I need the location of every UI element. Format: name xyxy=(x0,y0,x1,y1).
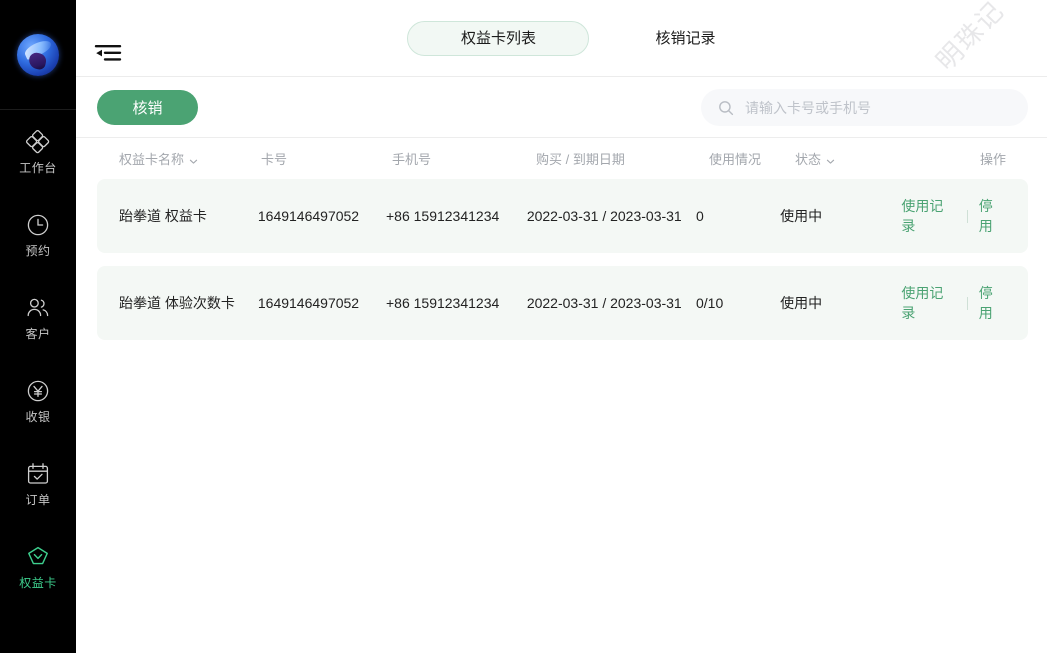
cell-status: 使用中 xyxy=(780,208,823,224)
users-icon xyxy=(25,295,51,321)
cell-operations: 使用记录 停用 xyxy=(901,283,1028,323)
search-icon xyxy=(718,100,734,116)
sidebar-item-label: 收银 xyxy=(25,410,51,424)
column-header-phone: 手机号 xyxy=(392,149,536,168)
sidebar-item-customers[interactable]: 客户 xyxy=(0,276,76,359)
redeem-button[interactable]: 核销 xyxy=(97,89,198,125)
cell-card-no: 1649146497052 xyxy=(257,295,360,311)
column-header-label: 卡号 xyxy=(261,152,288,167)
usage-record-link[interactable]: 使用记录 xyxy=(901,196,955,236)
clock-icon xyxy=(25,212,51,238)
column-header-label: 购买 / 到期日期 xyxy=(536,152,625,167)
sidebar-item-label: 订单 xyxy=(25,493,51,507)
disable-link[interactable]: 停用 xyxy=(979,283,1006,323)
tab-bar: 权益卡列表 核销记录 xyxy=(76,0,1047,77)
workbench-icon xyxy=(25,129,51,155)
sidebar-item-workbench[interactable]: 工作台 xyxy=(0,110,76,193)
logo-container xyxy=(0,0,76,110)
cell-usage: 0 xyxy=(696,208,704,224)
cell-usage: 0/10 xyxy=(696,295,724,311)
column-header-usage: 使用情况 xyxy=(709,149,795,168)
sidebar-item-membership-card[interactable]: 权益卡 xyxy=(0,525,76,608)
column-header-label: 状态 xyxy=(795,152,822,167)
disable-link[interactable]: 停用 xyxy=(979,196,1006,236)
cell-card-name: 跆拳道 体验次数卡 xyxy=(119,295,235,311)
search-input[interactable] xyxy=(745,89,1011,126)
sidebar-item-label: 客户 xyxy=(25,327,51,341)
table-row[interactable]: 跆拳道 权益卡 1649146497052 +86 15912341234 20… xyxy=(97,179,1028,253)
column-header-card-no: 卡号 xyxy=(261,149,392,168)
sidebar-item-label: 预约 xyxy=(25,244,51,258)
app-logo xyxy=(17,33,59,76)
usage-record-link[interactable]: 使用记录 xyxy=(901,283,955,323)
chevron-down-icon xyxy=(189,154,198,164)
operation-divider xyxy=(966,296,968,310)
sidebar-item-appointment[interactable]: 预约 xyxy=(0,193,76,276)
column-header-card-name[interactable]: 权益卡名称 xyxy=(97,149,261,168)
cell-card-name: 跆拳道 权益卡 xyxy=(119,208,207,224)
cell-dates: 2022-03-31 / 2023-03-31 xyxy=(526,295,682,311)
column-header-label: 操作 xyxy=(979,152,1006,167)
membership-card-icon xyxy=(25,544,51,570)
cell-phone: +86 15912341234 xyxy=(385,208,500,224)
column-header-dates: 购买 / 到期日期 xyxy=(536,149,709,168)
sidebar-item-cashier[interactable]: 收银 xyxy=(0,359,76,442)
sidebar: 工作台 预约 客户 收银 订单 权益卡 xyxy=(0,0,76,653)
main-content: 明珠记 权益卡列表 核销记录 核销 请输入卡号或手机号 权益卡名称 卡号 手机号… xyxy=(76,0,1047,653)
top-bar: 权益卡列表 核销记录 xyxy=(76,0,1047,77)
cashier-icon xyxy=(25,378,51,404)
sidebar-item-label: 权益卡 xyxy=(19,576,57,590)
sidebar-item-label: 工作台 xyxy=(19,161,57,175)
app-root: 工作台 预约 客户 收银 订单 权益卡 明珠记 权益卡列表 核销记录 核销 请输… xyxy=(0,0,1047,653)
tab-redeem-records[interactable]: 核销记录 xyxy=(655,22,715,55)
table-row[interactable]: 跆拳道 体验次数卡 1649146497052 +86 15912341234 … xyxy=(97,266,1028,340)
card-table: 权益卡名称 卡号 手机号 购买 / 到期日期 使用情况 状态 操作 跆拳道 权益… xyxy=(76,138,1047,340)
column-header-label: 权益卡名称 xyxy=(119,152,185,167)
search-box[interactable] xyxy=(701,89,1028,126)
operation-divider xyxy=(966,209,968,223)
tab-card-list[interactable]: 权益卡列表 xyxy=(407,21,590,56)
calendar-check-icon xyxy=(25,461,51,487)
column-header-operations: 操作 xyxy=(919,149,1028,168)
table-header-row: 权益卡名称 卡号 手机号 购买 / 到期日期 使用情况 状态 操作 xyxy=(97,138,1028,179)
cell-dates: 2022-03-31 / 2023-03-31 xyxy=(526,208,682,224)
cell-phone: +86 15912341234 xyxy=(385,295,500,311)
cell-operations: 使用记录 停用 xyxy=(901,196,1028,236)
cell-card-no: 1649146497052 xyxy=(257,208,360,224)
toolbar: 核销 xyxy=(76,77,1047,138)
column-header-label: 手机号 xyxy=(392,152,432,167)
cell-status: 使用中 xyxy=(780,295,823,311)
sidebar-item-orders[interactable]: 订单 xyxy=(0,442,76,525)
column-header-status[interactable]: 状态 xyxy=(795,149,919,168)
chevron-down-icon xyxy=(826,154,835,164)
column-header-label: 使用情况 xyxy=(709,152,762,167)
